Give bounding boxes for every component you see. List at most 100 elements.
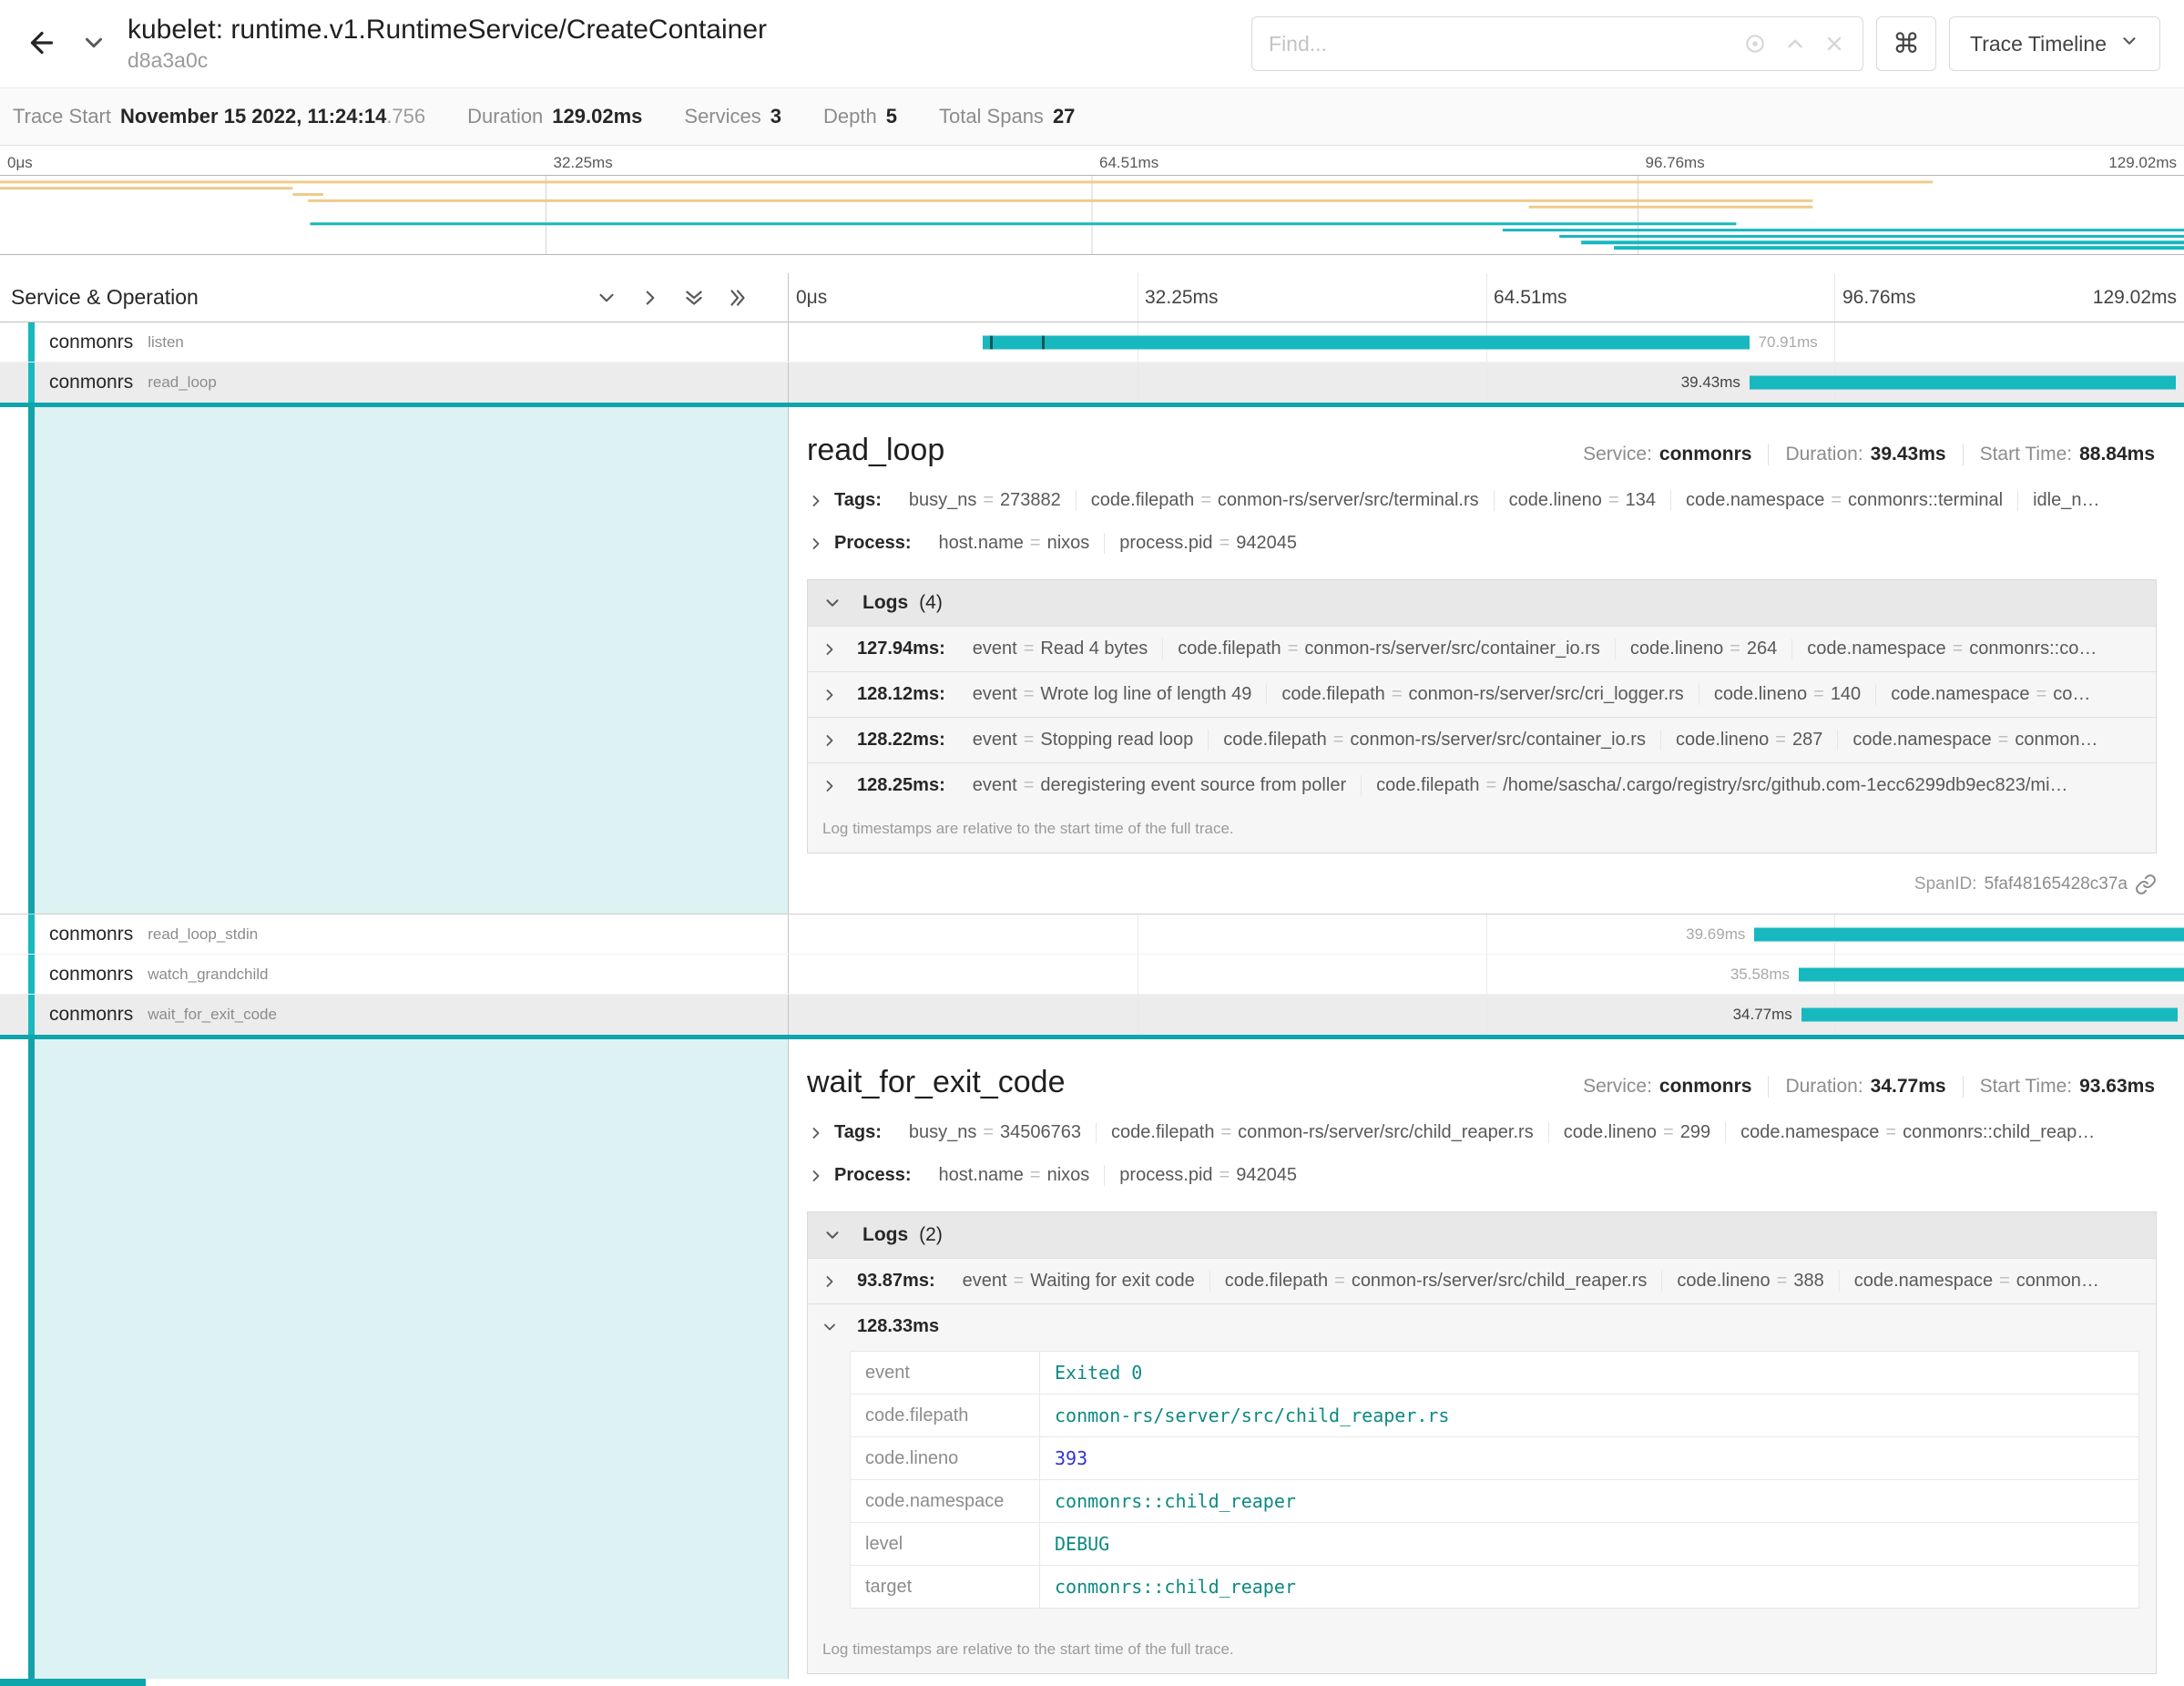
log-field: code.filepath=conmon-rs/server/src/cri_l… <box>1266 684 1698 705</box>
logs-header[interactable]: Logs(2) <box>808 1212 2156 1258</box>
tag-item: process.pid=942045 <box>1104 1165 1311 1186</box>
chevron-down-icon[interactable] <box>822 1225 842 1245</box>
span-duration-bar[interactable] <box>1799 967 2183 981</box>
span-duration-bar[interactable] <box>983 335 1750 349</box>
expand-collapse-controls <box>595 286 788 310</box>
chevron-right-icon[interactable] <box>821 640 839 659</box>
field-key: code.filepath <box>1225 1271 1328 1291</box>
field-key: code.namespace <box>1740 1122 1879 1142</box>
field-key: code.namespace <box>1686 490 1824 510</box>
span-duration-bar[interactable] <box>1754 927 2183 941</box>
expand-one-icon[interactable] <box>638 286 662 310</box>
equals-sign: = <box>1993 1271 2016 1291</box>
collapse-one-icon[interactable] <box>595 286 618 310</box>
copy-link-icon[interactable] <box>2135 874 2157 895</box>
tags-row[interactable]: Tags:busy_ns=273882code.filepath=conmon-… <box>807 490 2157 511</box>
span-row[interactable]: conmonrs wait_for_exit_code 34.77ms <box>0 995 2184 1035</box>
back-button[interactable] <box>15 26 69 62</box>
span-timeline-cell[interactable]: 70.91ms <box>789 322 2184 362</box>
process-row[interactable]: Process:host.name=nixosprocess.pid=94204… <box>807 533 2157 554</box>
log-field: event=Stopping read loop <box>958 730 1209 751</box>
tag-item: code.namespace=conmonrs::terminal <box>1670 490 2017 511</box>
chevron-right-icon[interactable] <box>807 535 825 553</box>
field-value: conmon-rs/server/src/container_io.rs <box>1350 730 1646 750</box>
log-entry[interactable]: 128.22ms:event=Stopping read loopcode.fi… <box>808 717 2156 762</box>
process-row[interactable]: Process:host.name=nixosprocess.pid=94204… <box>807 1165 2157 1186</box>
log-entry[interactable]: 128.12ms:event=Wrote log line of length … <box>808 671 2156 717</box>
chevron-right-icon[interactable] <box>821 1272 839 1291</box>
service-name: conmonrs <box>49 1004 133 1026</box>
clear-search-icon[interactable] <box>1815 33 1853 55</box>
summary-value: 129.02ms <box>552 105 642 128</box>
span-duration-label: 39.69ms <box>1686 925 1745 944</box>
span-row[interactable]: conmonrsread_loop_stdin 39.69ms <box>0 915 2184 955</box>
span-name-cell[interactable]: conmonrsread_loop_stdin <box>0 915 789 954</box>
span-name-cell[interactable]: conmonrsread_loop <box>0 363 789 403</box>
collapse-all-icon[interactable] <box>682 286 706 310</box>
field-value: nixos <box>1047 533 1090 553</box>
operation-name: wait_for_exit_code <box>148 1006 277 1024</box>
span-name-cell[interactable]: conmonrswatch_grandchild <box>0 955 789 994</box>
span-duration-bar[interactable] <box>1801 1008 2178 1022</box>
tag-item: busy_ns=34506763 <box>894 1122 1096 1143</box>
chevron-down-icon[interactable] <box>822 593 842 613</box>
field-key: code.lineno <box>1564 1122 1657 1142</box>
log-entry[interactable]: 127.94ms:event=Read 4 bytescode.filepath… <box>808 626 2156 671</box>
log-field: event=Waiting for exit code <box>948 1271 1209 1292</box>
span-timeline-cell[interactable]: 34.77ms <box>789 995 2184 1035</box>
logs-count: (2) <box>919 1224 943 1246</box>
field-value: conmon-rs/server/src/child_reaper.rs <box>1238 1122 1534 1142</box>
chevron-down-icon <box>80 29 107 59</box>
field-value: conmon-rs/server/src/child_reaper.rs <box>1040 1395 2139 1437</box>
minimap-canvas[interactable] <box>0 175 2184 255</box>
chevron-right-icon[interactable] <box>821 731 839 750</box>
field-value: conmonrs::child_reaper <box>1040 1480 2139 1523</box>
trace-view-selector[interactable]: Trace Timeline <box>1949 16 2160 71</box>
equals-sign: = <box>1602 490 1626 510</box>
field-key: code.namespace <box>851 1480 1040 1523</box>
equals-sign: = <box>1024 1165 1047 1185</box>
span-name-cell[interactable]: conmonrs wait_for_exit_code <box>0 995 789 1035</box>
summary-item: Total Spans27 <box>939 105 1075 128</box>
log-field: event=Wrote log line of length 49 <box>958 684 1267 705</box>
chevron-right-icon[interactable] <box>807 1124 825 1142</box>
chevron-right-icon[interactable] <box>807 492 825 510</box>
span-duration-bar[interactable] <box>1750 376 2176 390</box>
log-entry[interactable]: 93.87ms:event=Waiting for exit codecode.… <box>808 1258 2156 1303</box>
span-row[interactable]: conmonrslisten70.91ms <box>0 322 2184 363</box>
log-timestamp: 128.25ms: <box>857 775 945 796</box>
focus-match-icon[interactable] <box>1735 32 1775 56</box>
span-name-cell[interactable]: conmonrslisten <box>0 322 789 362</box>
chevron-down-icon[interactable] <box>821 1318 839 1336</box>
field-value: conmon-rs/server/src/child_reaper.rs <box>1352 1271 1648 1291</box>
chevron-right-icon[interactable] <box>807 1167 825 1185</box>
field-key: event <box>851 1352 1040 1395</box>
service-operation-header: Service & Operation <box>0 273 789 322</box>
log-entry-header[interactable]: 128.33ms <box>808 1304 2156 1349</box>
meta-duration: Duration:39.43ms <box>1768 444 1962 465</box>
tags-row[interactable]: Tags:busy_ns=34506763code.filepath=conmo… <box>807 1122 2157 1143</box>
field-value: Wrote log line of length 49 <box>1040 684 1251 704</box>
span-row[interactable]: conmonrsread_loop39.43ms <box>0 363 2184 403</box>
log-entry[interactable]: 128.25ms:event=deregistering event sourc… <box>808 762 2156 808</box>
field-value: nixos <box>1047 1165 1090 1185</box>
span-row[interactable]: conmonrswatch_grandchild35.58ms <box>0 955 2184 995</box>
equals-sign: = <box>1807 684 1831 704</box>
chevron-right-icon[interactable] <box>821 686 839 704</box>
span-timeline-cell[interactable]: 39.69ms <box>789 915 2184 954</box>
log-timestamp: 127.94ms: <box>857 639 945 659</box>
equals-sign: = <box>1946 639 1970 659</box>
span-detail-header: read_loopService:conmonrsDuration:39.43m… <box>807 433 2157 468</box>
span-timeline-cell[interactable]: 39.43ms <box>789 363 2184 403</box>
keyboard-shortcuts-button[interactable]: ⌘ <box>1876 16 1936 71</box>
logs-header[interactable]: Logs(4) <box>808 580 2156 626</box>
find-input[interactable] <box>1252 32 1735 56</box>
field-key: event <box>973 730 1017 750</box>
span-timeline-cell[interactable]: 35.58ms <box>789 955 2184 994</box>
chevron-right-icon[interactable] <box>821 777 839 795</box>
collapse-trace-header-toggle[interactable] <box>69 29 118 59</box>
expand-all-icon[interactable] <box>726 286 750 310</box>
prev-result-icon[interactable] <box>1775 32 1815 56</box>
field-key: code.filepath <box>1178 639 1281 659</box>
trace-timeline-page: kubelet: runtime.v1.RuntimeService/Creat… <box>0 0 2184 1686</box>
